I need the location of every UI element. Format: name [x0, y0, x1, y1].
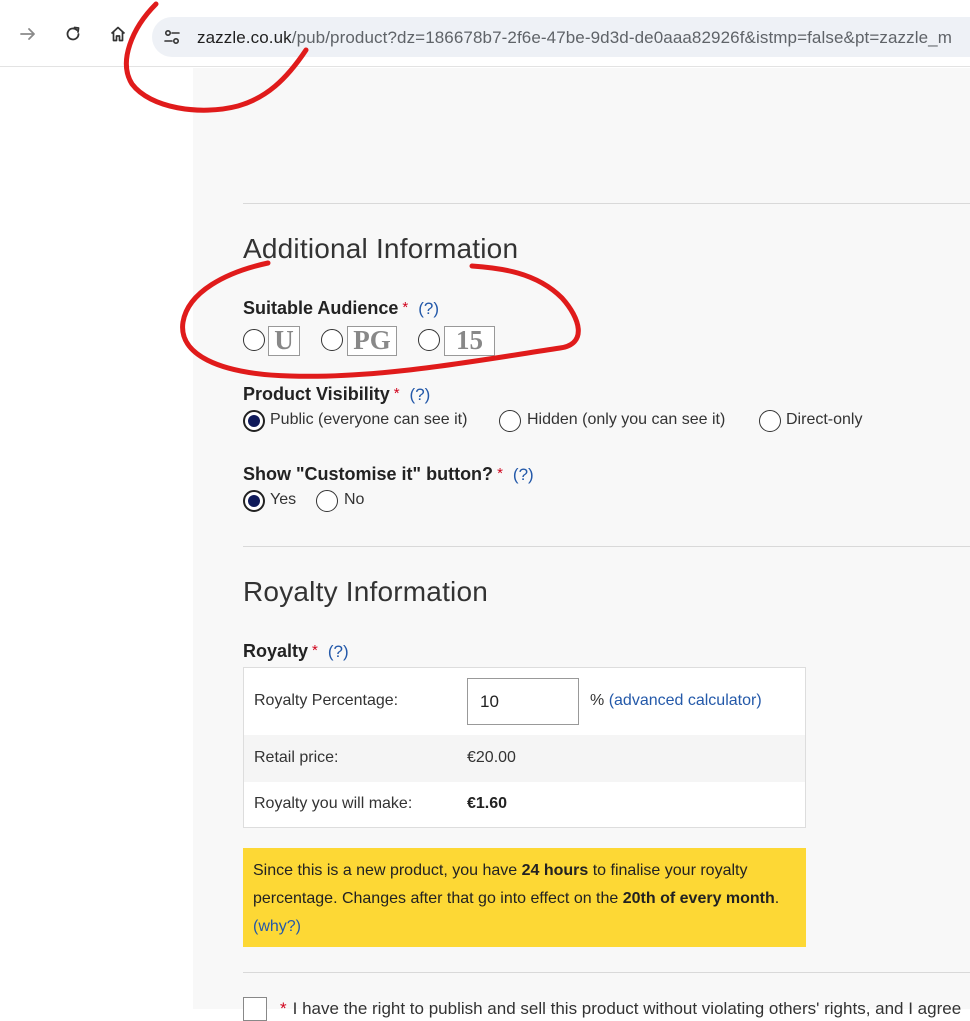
retail-price-value: €20.00 [467, 749, 516, 766]
browser-toolbar: zazzle.co.uk/pub/product?dz=186678b7-2f6… [0, 0, 970, 67]
help-link[interactable]: (?) [513, 465, 534, 484]
forward-arrow-icon[interactable] [16, 22, 40, 46]
notice-bold-hours: 24 hours [521, 862, 589, 879]
address-bar[interactable]: zazzle.co.uk/pub/product?dz=186678b7-2f6… [152, 17, 970, 57]
retail-price-label: Retail price: [254, 749, 339, 766]
visibility-option-public[interactable]: Public (everyone can see it) [270, 411, 467, 429]
visibility-radio-hidden[interactable] [499, 410, 521, 432]
customise-option-yes[interactable]: Yes [270, 491, 296, 509]
additional-information-title: Additional Information [243, 233, 519, 264]
royalty-information-title: Royalty Information [243, 576, 489, 607]
divider-middle [243, 546, 970, 547]
home-icon[interactable] [106, 22, 130, 46]
divider-bottom [243, 972, 970, 973]
royalty-percentage-row: Royalty Percentage: % (advanced calculat… [244, 668, 805, 735]
url-domain: zazzle.co.uk [197, 28, 292, 47]
left-gutter [0, 68, 193, 1009]
suitable-audience-text: Suitable Audience [243, 298, 399, 318]
customise-radio-yes[interactable] [243, 490, 265, 512]
royalty-percentage-label: Royalty Percentage: [254, 692, 399, 709]
product-visibility-text: Product Visibility [243, 384, 390, 404]
customise-option-no[interactable]: No [344, 491, 364, 509]
required-asterisk: * [402, 299, 409, 316]
royalty-text: Royalty [243, 641, 309, 661]
royalty-earnings-label: Royalty you will make: [254, 795, 413, 812]
help-link[interactable]: (?) [410, 385, 431, 404]
percent-suffix: % (advanced calculator) [590, 692, 762, 710]
visibility-radio-direct-only[interactable] [759, 410, 781, 432]
reload-icon[interactable] [61, 22, 85, 46]
royalty-percentage-input[interactable] [467, 678, 579, 725]
visibility-option-hidden[interactable]: Hidden (only you can see it) [527, 411, 725, 429]
percent-sign: % [590, 692, 605, 709]
visibility-radio-public[interactable] [243, 410, 265, 432]
notice-text: . [774, 890, 780, 907]
notice-bold-date: 20th of every month [622, 890, 775, 907]
required-asterisk: * [393, 385, 400, 402]
audience-radio-pg[interactable] [321, 329, 343, 351]
royalty-earnings-value: €1.60 [467, 795, 508, 812]
royalty-notice: Since this is a new product, you have 24… [243, 848, 806, 947]
customise-button-text: Show "Customise it" button? [243, 464, 494, 484]
rights-agreement-text: * I have the right to publish and sell th… [280, 999, 961, 1019]
audience-radio-u[interactable] [243, 329, 265, 351]
product-visibility-label: Product Visibility * (?) [243, 384, 430, 405]
retail-price-row: Retail price: €20.00 [244, 735, 805, 782]
notice-text: Since this is a new product, you have [253, 862, 522, 879]
customise-button-label: Show "Customise it" button? * (?) [243, 464, 534, 485]
visibility-option-direct-only[interactable]: Direct-only [786, 411, 862, 429]
help-link[interactable]: (?) [328, 642, 349, 661]
rating-badge-15[interactable]: 15 [444, 326, 495, 356]
rights-agreement-checkbox[interactable] [243, 997, 267, 1021]
required-asterisk: * [497, 465, 503, 482]
customise-radio-no[interactable] [316, 490, 338, 512]
audience-radio-15[interactable] [418, 329, 440, 351]
royalty-earnings-row: Royalty you will make: €1.60 [244, 782, 805, 828]
suitable-audience-label: Suitable Audience * (?) [243, 298, 439, 319]
royalty-table: Royalty Percentage: % (advanced calculat… [243, 667, 806, 828]
advanced-calculator-link[interactable]: (advanced calculator) [609, 692, 762, 709]
help-link[interactable]: (?) [418, 299, 439, 318]
why-link[interactable]: (why?) [253, 918, 301, 935]
url-path: /pub/product?dz=186678b7-2f6e-47be-9d3d-… [291, 28, 952, 47]
url-text: zazzle.co.uk/pub/product?dz=186678b7-2f6… [197, 28, 952, 48]
divider-top [243, 203, 970, 204]
site-settings-icon[interactable] [162, 27, 182, 52]
rating-badge-pg[interactable]: PG [347, 326, 397, 356]
required-asterisk: * [312, 642, 318, 659]
royalty-label: Royalty * (?) [243, 641, 349, 662]
rating-badge-u[interactable]: U [268, 326, 300, 356]
